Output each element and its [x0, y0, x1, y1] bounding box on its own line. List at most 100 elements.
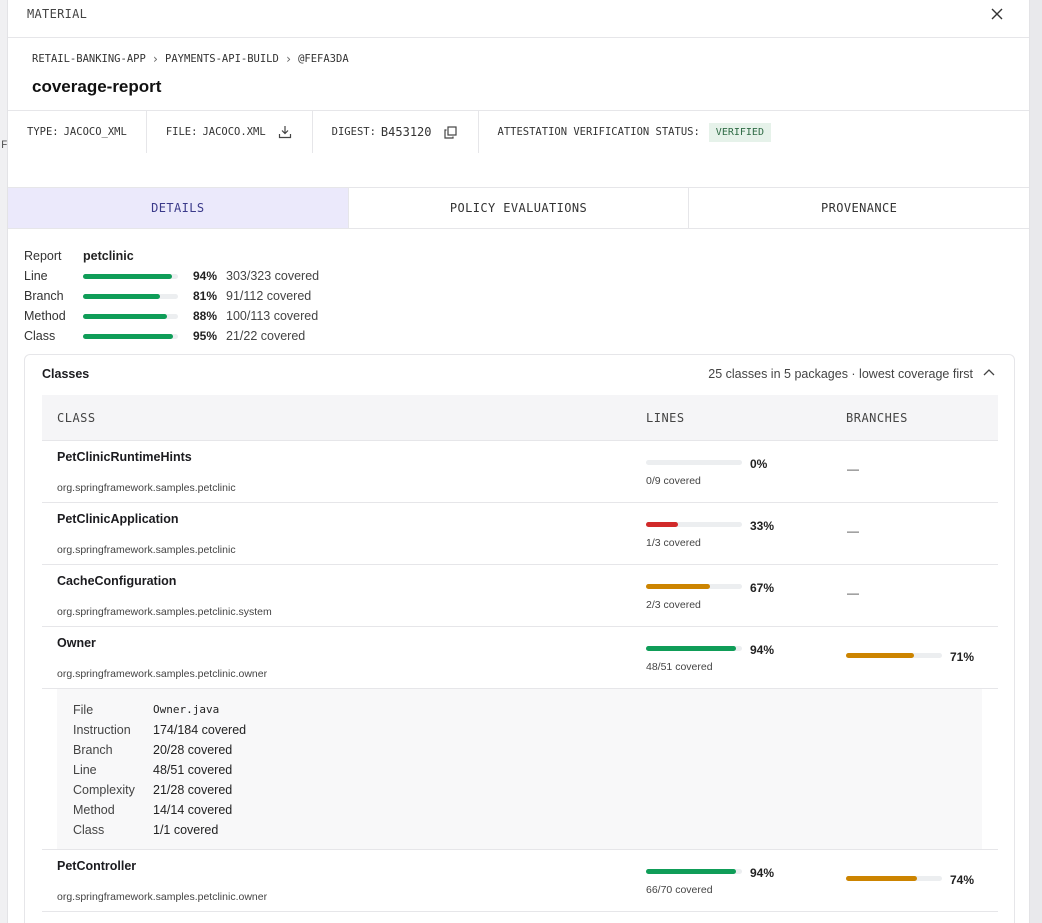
summary-progress-fill: [83, 293, 160, 299]
class-package: org.springframework.samples.petclinic.ow…: [57, 668, 268, 680]
detail-key: File: [73, 703, 94, 717]
close-button[interactable]: [987, 6, 1007, 26]
summary-progress-bar: [83, 313, 178, 319]
detail-key: Line: [73, 763, 97, 777]
class-name: CacheConfiguration: [57, 574, 177, 588]
column-header-branches[interactable]: BRANCHES: [846, 411, 908, 425]
lines-covered: 1/3 covered: [646, 537, 701, 549]
download-icon: [278, 126, 291, 139]
meta-file-value: JACOCO.XML: [202, 126, 266, 138]
copy-digest-button[interactable]: [443, 124, 459, 140]
summary-metric-covered: 91/112 covered: [226, 289, 312, 303]
meta-type: TYPE: JACOCO_XML: [8, 111, 147, 153]
meta-digest-label: DIGEST:: [331, 126, 376, 138]
chevron-up-icon[interactable]: [981, 365, 997, 381]
breadcrumb-item-project[interactable]: PAYMENTS-API-BUILD: [165, 53, 279, 65]
classes-header[interactable]: Classes 25 classes in 5 packages · lowes…: [25, 355, 1014, 393]
classes-table-header: CLASS LINES BRANCHES: [42, 395, 998, 441]
class-name: PetClinicRuntimeHints: [57, 450, 192, 464]
close-icon: [991, 8, 1003, 20]
detail-key: Complexity: [73, 783, 135, 797]
tab-details[interactable]: DETAILS: [8, 188, 349, 228]
lines-progress-fill: [646, 584, 711, 589]
summary-progress-bar: [83, 333, 178, 339]
meta-attestation: ATTESTATION VERIFICATION STATUS: VERIFIE…: [479, 111, 790, 153]
detail-key: Instruction: [73, 723, 131, 737]
lines-progress-bar: [646, 646, 742, 651]
class-package: org.springframework.samples.petclinic.ow…: [57, 891, 268, 903]
class-package: org.springframework.samples.petclinic.sy…: [57, 606, 272, 618]
detail-value: 21/28 covered: [153, 783, 233, 797]
table-row[interactable]: PetClinicRuntimeHints org.springframewor…: [42, 441, 998, 503]
detail-value: 48/51 covered: [153, 763, 233, 777]
lines-progress-bar: [646, 584, 742, 589]
summary-metric-label: Branch: [24, 289, 64, 303]
detail-value: 20/28 covered: [153, 743, 233, 757]
column-header-class[interactable]: CLASS: [57, 411, 96, 425]
summary-metric-row: Method 88% 100/113 covered: [24, 306, 319, 326]
chevron-right-icon: ›: [151, 52, 160, 66]
detail-row: Instruction 174/184 covered: [73, 723, 246, 737]
lines-covered: 48/51 covered: [646, 661, 713, 673]
summary-metric-label: Line: [24, 269, 48, 283]
summary-metric-row: Line 94% 303/323 covered: [24, 266, 319, 286]
meta-file: FILE: JACOCO.XML: [147, 111, 313, 153]
summary-metric-percent: 81%: [192, 289, 217, 303]
tab-policy-evaluations[interactable]: POLICY EVALUATIONS: [349, 188, 690, 228]
summary-metric-percent: 95%: [192, 329, 217, 343]
table-row-expanded[interactable]: Owner org.springframework.samples.petcli…: [42, 627, 998, 689]
classes-table-body: PetClinicRuntimeHints org.springframewor…: [42, 441, 998, 912]
breadcrumb-item-org[interactable]: RETAIL-BANKING-APP: [32, 53, 146, 65]
summary-report-row: Report petclinic: [24, 246, 319, 266]
tab-provenance[interactable]: PROVENANCE: [689, 188, 1029, 228]
summary-metric-row: Branch 81% 91/112 covered: [24, 286, 319, 306]
column-header-lines[interactable]: LINES: [646, 411, 685, 425]
branches-percent: 74%: [950, 873, 975, 887]
lines-covered: 66/70 covered: [646, 884, 713, 896]
summary-metric-label: Method: [24, 309, 66, 323]
lines-percent: 94%: [750, 866, 775, 880]
detail-row: File Owner.java: [73, 703, 219, 717]
copy-icon: [444, 125, 457, 139]
class-package: org.springframework.samples.petclinic: [57, 482, 236, 494]
detail-value: 1/1 covered: [153, 823, 219, 837]
summary-progress-bar: [83, 293, 178, 299]
branches-empty: —: [847, 586, 859, 600]
coverage-summary: Report petclinic Line 94% 303/323 covere…: [24, 246, 319, 346]
page-header: RETAIL-BANKING-APP › PAYMENTS-API-BUILD …: [8, 38, 1029, 111]
chevron-right-icon: ›: [284, 52, 293, 66]
table-row[interactable]: CacheConfiguration org.springframework.s…: [42, 565, 998, 627]
lines-progress-fill: [646, 869, 737, 874]
summary-metric-percent: 88%: [192, 309, 217, 323]
lines-progress-bar: [646, 460, 742, 465]
lines-progress-bar: [646, 522, 742, 527]
summary-metric-covered: 21/22 covered: [226, 329, 306, 343]
branches-progress-fill: [846, 653, 915, 658]
detail-row: Class 1/1 covered: [73, 823, 218, 837]
lines-progress-fill: [646, 646, 737, 651]
branches-empty: —: [847, 462, 859, 476]
lines-percent: 33%: [750, 519, 775, 533]
table-row[interactable]: PetController org.springframework.sample…: [42, 850, 998, 912]
meta-file-label: FILE:: [165, 126, 198, 138]
detail-value: 14/14 covered: [153, 803, 233, 817]
lines-percent: 0%: [750, 457, 768, 471]
summary-metric-covered: 303/323 covered: [226, 269, 320, 283]
table-row[interactable]: PetClinicApplication org.springframework…: [42, 503, 998, 565]
detail-row: Complexity 21/28 covered: [73, 783, 232, 797]
lines-percent: 67%: [750, 581, 775, 595]
detail-row: Branch 20/28 covered: [73, 743, 232, 757]
status-badge: VERIFIED: [708, 122, 771, 142]
breadcrumb-item-commit[interactable]: @FEFA3DA: [298, 53, 349, 65]
download-button[interactable]: [277, 124, 293, 140]
classes-meta: 25 classes in 5 packages · lowest covera…: [708, 367, 973, 381]
lines-percent: 94%: [750, 643, 775, 657]
class-name: Owner: [57, 636, 96, 650]
meta-digest-value: B453120: [380, 125, 432, 139]
meta-type-label: TYPE:: [27, 126, 59, 138]
summary-metric-label: Class: [24, 329, 56, 343]
tab-bar: DETAILS POLICY EVALUATIONS PROVENANCE: [8, 188, 1029, 229]
summary-metric-row: Class 95% 21/22 covered: [24, 326, 319, 346]
detail-row: Method 14/14 covered: [73, 803, 232, 817]
branches-empty: —: [847, 524, 859, 538]
